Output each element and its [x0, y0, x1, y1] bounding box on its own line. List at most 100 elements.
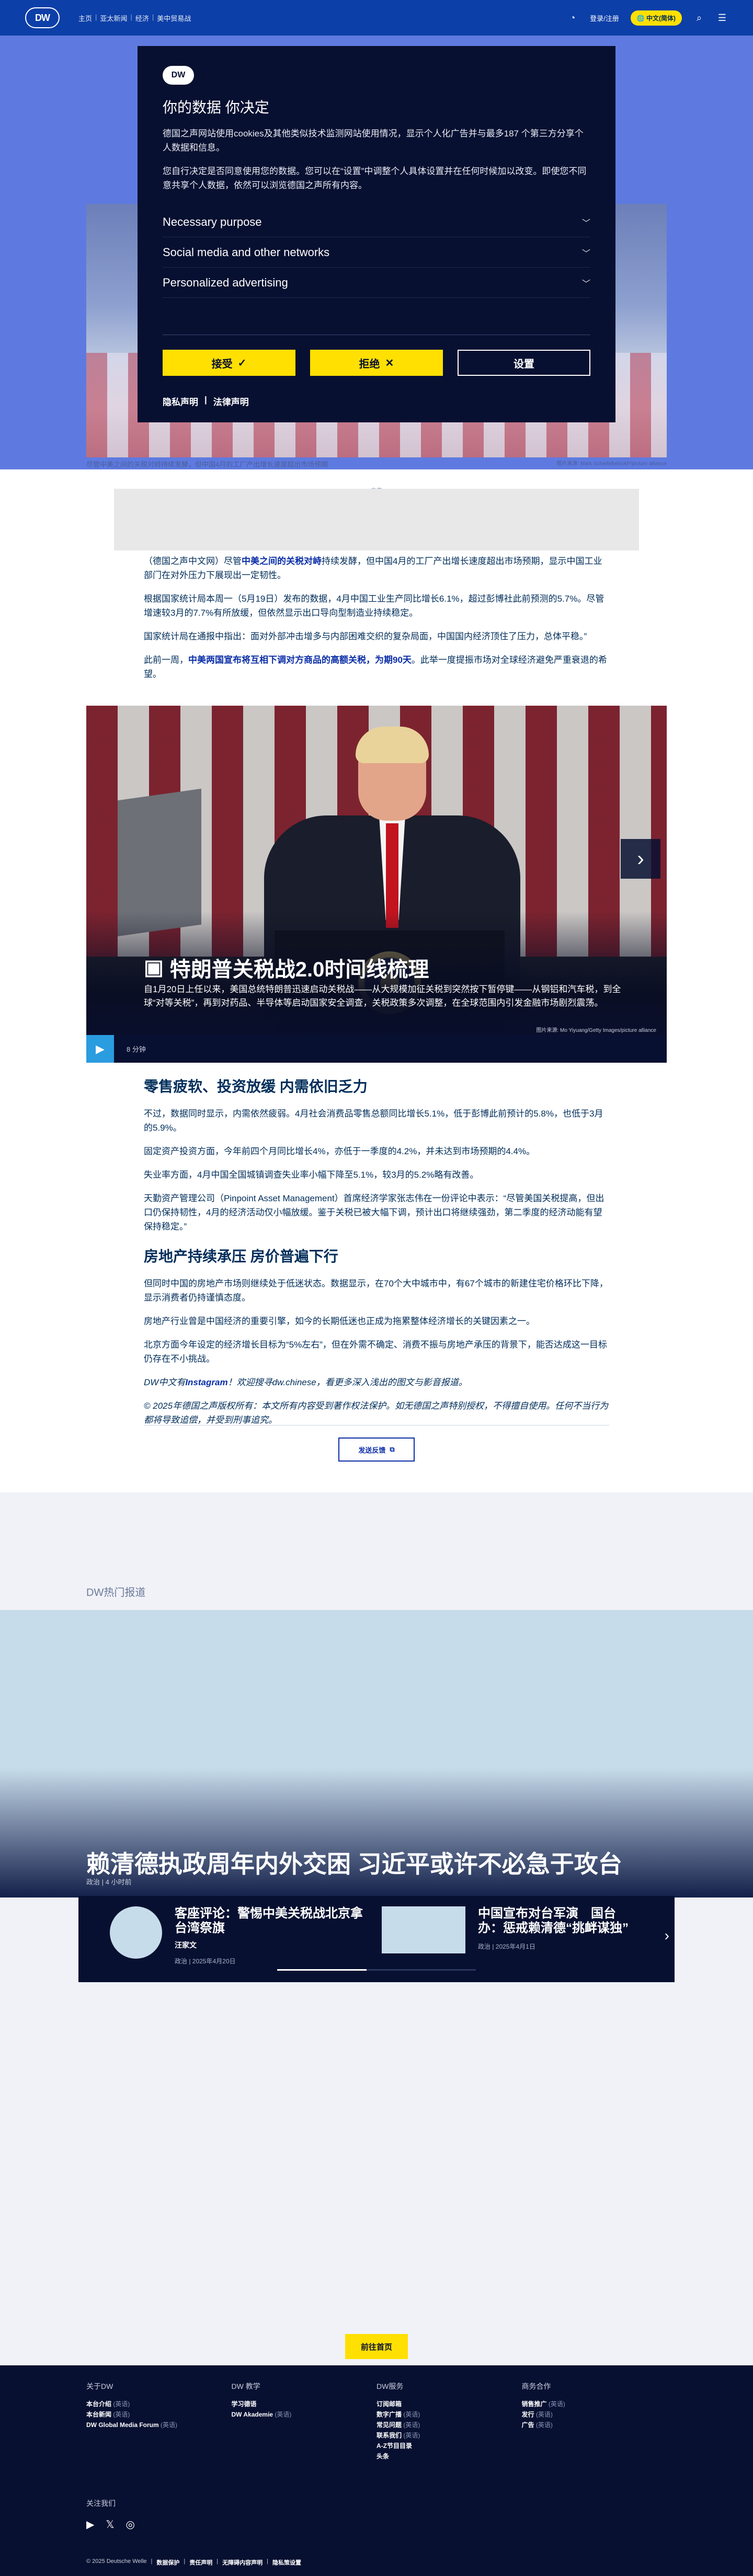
- consent-text: 德国之声网站使用cookies及其他类似技术监测网站使用情况，显示个人化广告并与…: [163, 129, 584, 153]
- chevron-right-icon[interactable]: ›: [665, 1927, 669, 1944]
- feedback-label: 发送反馈: [358, 1446, 386, 1454]
- consent-option-social[interactable]: Social media and other networks ﹀: [163, 237, 590, 268]
- footer-link[interactable]: 订阅邮箱: [376, 2399, 522, 2409]
- settings-button[interactable]: 设置: [457, 350, 590, 376]
- carousel-item[interactable]: 客座评论：警惕中美关税战北京拿台湾祭旗 汪家文 政治 | 2025年4月20日: [110, 1906, 363, 1965]
- feedback-button[interactable]: 发送反馈 ⧉: [338, 1438, 415, 1462]
- footer-link[interactable]: DW Akademie (英语): [232, 2409, 377, 2420]
- dw-logo: DW: [163, 66, 194, 85]
- carousel-progress: [277, 1969, 476, 1971]
- youtube-icon[interactable]: ▶: [86, 2518, 94, 2531]
- consent-option-necessary[interactable]: Necessary purpose ﹀: [163, 207, 590, 237]
- carousel-title: 客座评论：警惕中美关税战北京拿台湾祭旗: [175, 1906, 363, 1935]
- author-avatar: [110, 1906, 162, 1959]
- footer-legal-link[interactable]: 无障碍内容声明: [222, 2558, 263, 2567]
- language-label: 中文(简体): [646, 14, 676, 22]
- video-controls: ▶ 8 分钟: [86, 1035, 667, 1063]
- article-body-continued: 零售疲软、投资放缓 内需依旧乏力 不过，数据同时显示，内需依然疲弱。4月社会消费…: [144, 1064, 609, 1436]
- follow-us-label: 关注我们: [86, 2499, 116, 2508]
- settings-label: 设置: [513, 358, 534, 370]
- copy-icon: ⧉: [390, 1445, 395, 1453]
- popular-label: DW热门报道: [86, 1587, 146, 1598]
- consent-option-label: Necessary purpose: [163, 215, 262, 228]
- breadcrumb: 主页 | 亚太新闻 | 经济 | 美中贸易战: [78, 13, 191, 23]
- footer-link[interactable]: 发行 (英语): [522, 2409, 667, 2420]
- footer-link[interactable]: 销售推广 (英语): [522, 2399, 667, 2409]
- user-icon[interactable]: ◔: [567, 12, 578, 24]
- footer-link[interactable]: 联系我们 (英语): [376, 2430, 522, 2441]
- paragraph: DW中文有Instagram！欢迎搜寻dw.chinese，看更多深入浅出的图文…: [144, 1377, 467, 1387]
- breadcrumb-item[interactable]: 经济: [135, 13, 149, 23]
- consent-option-label: Social media and other networks: [163, 245, 330, 259]
- paragraph: 房地产行业曾是中国经济的重要引擎，如今的长期低迷也正成为拖累整体经济增长的关键因…: [144, 1316, 535, 1326]
- carousel-thumbnail: [382, 1906, 465, 1953]
- close-icon: ✕: [385, 357, 394, 369]
- consent-text: 您自行决定是否同意使用您的数据。您可以在“设置”中调整个人具体设置并在任何时候加…: [163, 166, 587, 190]
- dw-logo[interactable]: DW: [25, 7, 60, 28]
- legal-link[interactable]: 法律声明: [213, 395, 249, 408]
- breadcrumb-item[interactable]: 亚太新闻: [100, 13, 127, 23]
- video-player[interactable]: ▣ 特朗普关税战2.0时间线梳理 自1月20日上任以来，美国总统特朗普迅速启动关税…: [86, 706, 667, 1063]
- home-button[interactable]: 前往首页: [345, 2334, 408, 2359]
- carousel-title: 中国宣布对台军演 国台办：惩戒赖清德“挑衅谋独”: [478, 1906, 629, 1935]
- social-links: ▶ 𝕏 ◎: [86, 2518, 667, 2531]
- chevron-right-icon[interactable]: ›: [621, 839, 660, 879]
- footer-link[interactable]: 头条: [376, 2451, 522, 2462]
- footer-link[interactable]: 常见问题 (英语): [376, 2420, 522, 2430]
- chevron-down-icon: ﹀: [581, 279, 590, 289]
- paragraph: 根据国家统计局本周一（5月19日）发布的数据，4月中国工业生产同比增长6.1%，…: [144, 594, 604, 618]
- footer-link[interactable]: 学习德语: [232, 2399, 377, 2409]
- breadcrumb-item[interactable]: 主页: [78, 13, 92, 23]
- carousel-author: 汪家文: [175, 1941, 197, 1949]
- footer-link[interactable]: 本台介绍 (英语): [86, 2399, 232, 2409]
- popular-meta: 政治 | 4 小时前: [86, 1878, 132, 1886]
- search-icon[interactable]: ⌕: [693, 12, 705, 24]
- ad-slot: [114, 489, 639, 550]
- privacy-link[interactable]: 隐私声明: [163, 395, 198, 408]
- footer-legal-link[interactable]: 隐私策设置: [272, 2558, 301, 2567]
- article-body: （德国之声中文网）尽管中美之间的关税对峙持续发酵，但中国4月的工厂产出增长速度超…: [144, 554, 609, 691]
- inline-link[interactable]: 中美两国宣布将互相下调对方商品的高额关税，为期90天: [188, 655, 412, 665]
- footer-column: DW服务 订阅邮箱 数字广播 (英语) 常见问题 (英语) 联系我们 (英语) …: [376, 2381, 522, 2462]
- video-title-row: ▣ 特朗普关税战2.0时间线梳理: [144, 952, 429, 983]
- footer-link[interactable]: DW Global Media Forum (英语): [86, 2420, 232, 2430]
- login-link[interactable]: 登录/注册: [590, 13, 619, 23]
- footer-legal: © 2025 Deutsche Welle | 数据保护 | 责任声明 | 无障…: [86, 2558, 301, 2567]
- language-selector[interactable]: 🌐 中文(简体): [630, 10, 682, 26]
- play-icon[interactable]: ▶: [86, 1035, 114, 1063]
- accept-button[interactable]: 接受 ✓: [163, 350, 295, 376]
- footer-legal-link[interactable]: 数据保护: [156, 2558, 179, 2567]
- footer-heading: DW 教学: [231, 2382, 260, 2390]
- footer-link[interactable]: 数字广播 (英语): [376, 2409, 522, 2420]
- paragraph: 北京方面今年设定的经济增长目标为“5%左右”，但在外需不确定、消费不振与房地产承…: [144, 1340, 607, 1364]
- paragraph: 国家统计局在通报中指出：面对外部冲击增多与内部困难交织的复杂局面，中国国内经济顶…: [144, 631, 587, 641]
- accept-label: 接受: [211, 358, 233, 370]
- consent-option-ads[interactable]: Personalized advertising ﹀: [163, 268, 590, 298]
- instagram-link[interactable]: Instagram: [185, 1377, 227, 1387]
- footer-column: DW 教学 学习德语 DW Akademie (英语): [232, 2381, 377, 2462]
- paragraph: 此前一周，中美两国宣布将互相下调对方商品的高额关税，为期90天。此举一度提振市场…: [144, 655, 607, 679]
- footer-link[interactable]: 本台新闻 (英语): [86, 2409, 232, 2420]
- video-duration: 8 分钟: [127, 1045, 146, 1053]
- hero-caption: 尽管中美之间的关税对峙持续发酵，但中国4月的工厂产出增长速度超出市场预期: [86, 461, 328, 468]
- paragraph: 不过，数据同时显示，内需依然疲弱。4月社会消费品零售总额同比增长5.1%，低于彭…: [144, 1109, 603, 1133]
- footer-column: 关于DW 本台介绍 (英语) 本台新闻 (英语) DW Global Media…: [86, 2381, 232, 2462]
- chevron-down-icon: ﹀: [581, 249, 590, 258]
- x-icon[interactable]: 𝕏: [106, 2518, 114, 2531]
- check-icon: ✓: [237, 357, 247, 369]
- breadcrumb-item[interactable]: 美中贸易战: [157, 13, 191, 23]
- hero-credit: 图片来源: Mark Schiefelbein/AP/picture allia…: [556, 461, 667, 467]
- video-credit: 图片来源: Mo Yiyuang/Getty Images/picture al…: [536, 1028, 656, 1033]
- top-navigation-bar: DW 主页 | 亚太新闻 | 经济 | 美中贸易战 ◔ 登录/注册 🌐 中文(简体) …: [0, 0, 753, 36]
- footer-link[interactable]: A-Z节目目录: [376, 2441, 522, 2451]
- reject-label: 拒绝: [359, 358, 380, 370]
- popular-headline[interactable]: 赖清德执政周年内外交困 习近平或许不必急于攻台: [86, 1845, 622, 1880]
- inline-link[interactable]: 中美之间的关税对峙: [242, 556, 322, 566]
- footer-legal-link[interactable]: 责任声明: [189, 2558, 212, 2567]
- carousel-item[interactable]: 中国宣布对台军演 国台办：惩戒赖清德“挑衅谋独” 政治 | 2025年4月1日: [382, 1906, 635, 1953]
- cookie-consent-dialog: DW 你的数据 你决定 德国之声网站使用cookies及其他类似技术监测网站使用…: [138, 46, 615, 422]
- footer-link[interactable]: 广告 (英语): [522, 2420, 667, 2430]
- reject-button[interactable]: 拒绝 ✕: [310, 350, 443, 376]
- instagram-icon[interactable]: ◎: [126, 2518, 135, 2531]
- menu-icon[interactable]: ☰: [716, 12, 728, 24]
